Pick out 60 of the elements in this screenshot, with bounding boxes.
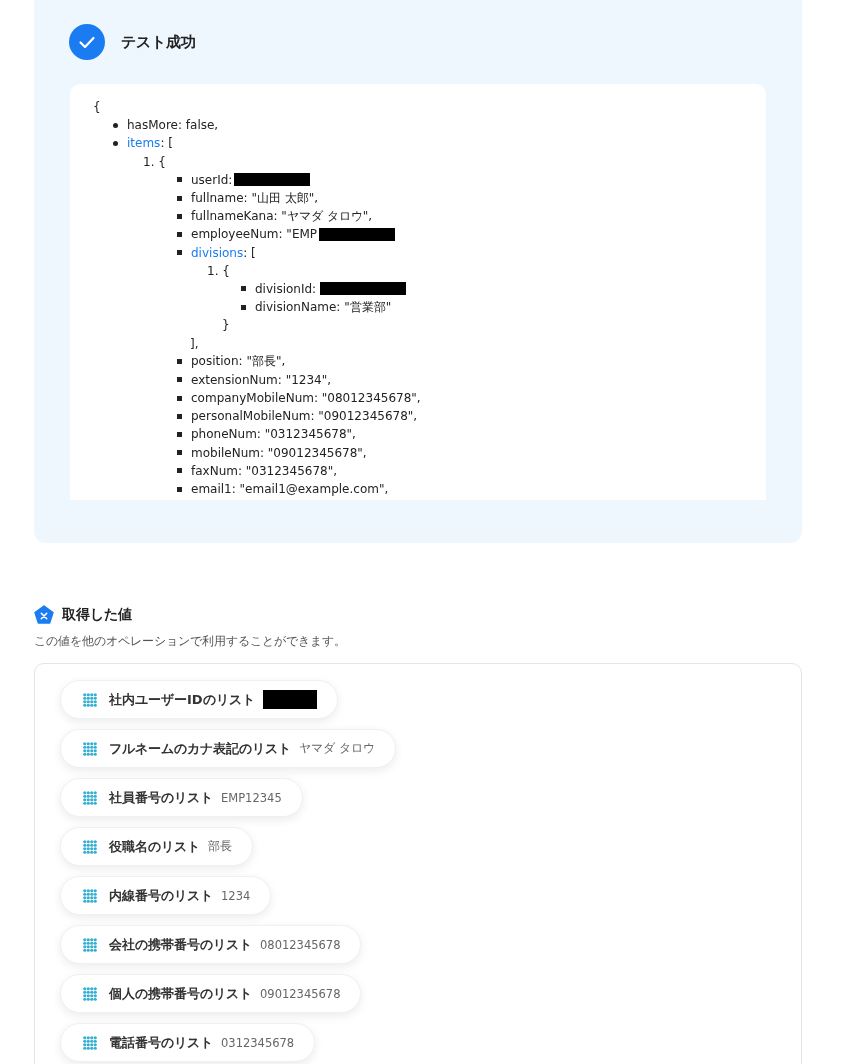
grid-icon [83, 790, 97, 805]
grid-icon [83, 986, 97, 1001]
bullet-icon [177, 195, 182, 201]
grid-icon [83, 741, 97, 756]
code-text: 1. { [143, 154, 166, 169]
code-text: : [ [243, 245, 256, 260]
code-text: } [222, 318, 230, 333]
bullet-icon [177, 250, 182, 256]
grid-icon [83, 937, 97, 952]
code-text: { [93, 100, 101, 115]
value-chip[interactable]: フルネームのカナ表記のリスト ヤマダ タロウ [60, 729, 396, 768]
check-icon [69, 24, 105, 60]
value-chip[interactable]: 会社の携帯番号のリスト 08012345678 [60, 925, 362, 964]
section-description: この値を他のオペレーションで利用することができます。 [34, 633, 347, 650]
grid-icon [83, 839, 97, 854]
code-text: position: "部長", [191, 353, 286, 371]
code-text: personalMobileNum: "09012345678", [191, 409, 418, 424]
value-chip[interactable]: 内線番号のリスト 1234 [60, 876, 272, 915]
code-text: 1. { [207, 263, 230, 278]
code-text: faxNum: "0312345678", [191, 463, 337, 478]
code-text: mobileNum: "09012345678", [191, 445, 367, 460]
code-text: employeeNum: "EMP [191, 227, 318, 242]
bullet-icon [177, 359, 182, 365]
code-text: companyMobileNum: "08012345678", [191, 391, 421, 406]
bullet-icon [113, 140, 118, 146]
bullet-icon [113, 122, 118, 128]
code-text: ], [190, 336, 199, 351]
grid-icon [83, 888, 97, 903]
bullet-icon [177, 177, 182, 183]
code-text: email1: "email1@example.com", [191, 482, 389, 497]
bullet-icon [177, 431, 182, 437]
bullet-icon [177, 450, 182, 456]
value-chip[interactable]: 個人の携帯番号のリスト 09012345678 [60, 974, 362, 1013]
code-text: fullnameKana: "ヤマダ タロウ", [191, 207, 373, 225]
code-text: userId: [191, 172, 233, 187]
code-text: extensionNum: "1234", [191, 372, 332, 387]
bullet-icon [177, 395, 182, 401]
grid-icon [83, 1035, 97, 1050]
value-chip[interactable]: 社員番号のリスト EMP12345 [60, 778, 303, 817]
code-text: divisionId: [255, 281, 317, 296]
section-title: 取得した値 [62, 606, 132, 624]
bullet-icon [177, 468, 182, 474]
code-text: : [ [160, 136, 173, 151]
bullet-icon [177, 377, 182, 383]
code-text: phoneNum: "0312345678", [191, 427, 356, 442]
variable-icon [34, 605, 54, 625]
bullet-icon [177, 231, 182, 237]
bullet-icon [177, 413, 182, 419]
result-title: テスト成功 [121, 32, 196, 52]
value-chip[interactable]: 電話番号のリスト 0312345678 [60, 1023, 316, 1062]
code-text: divisionName: "営業部" [255, 298, 392, 316]
bullet-icon [177, 486, 182, 492]
bullet-icon [241, 286, 246, 292]
value-chip[interactable]: 社内ユーザーIDのリスト [60, 680, 338, 719]
bullet-icon [177, 213, 182, 219]
grid-icon [83, 692, 97, 707]
code-text: fullname: "山田 太郎", [191, 189, 319, 207]
value-chip[interactable]: 役職名のリスト 部長 [60, 827, 253, 866]
code-text: hasMore: false, [127, 118, 219, 133]
bullet-icon [241, 304, 246, 310]
